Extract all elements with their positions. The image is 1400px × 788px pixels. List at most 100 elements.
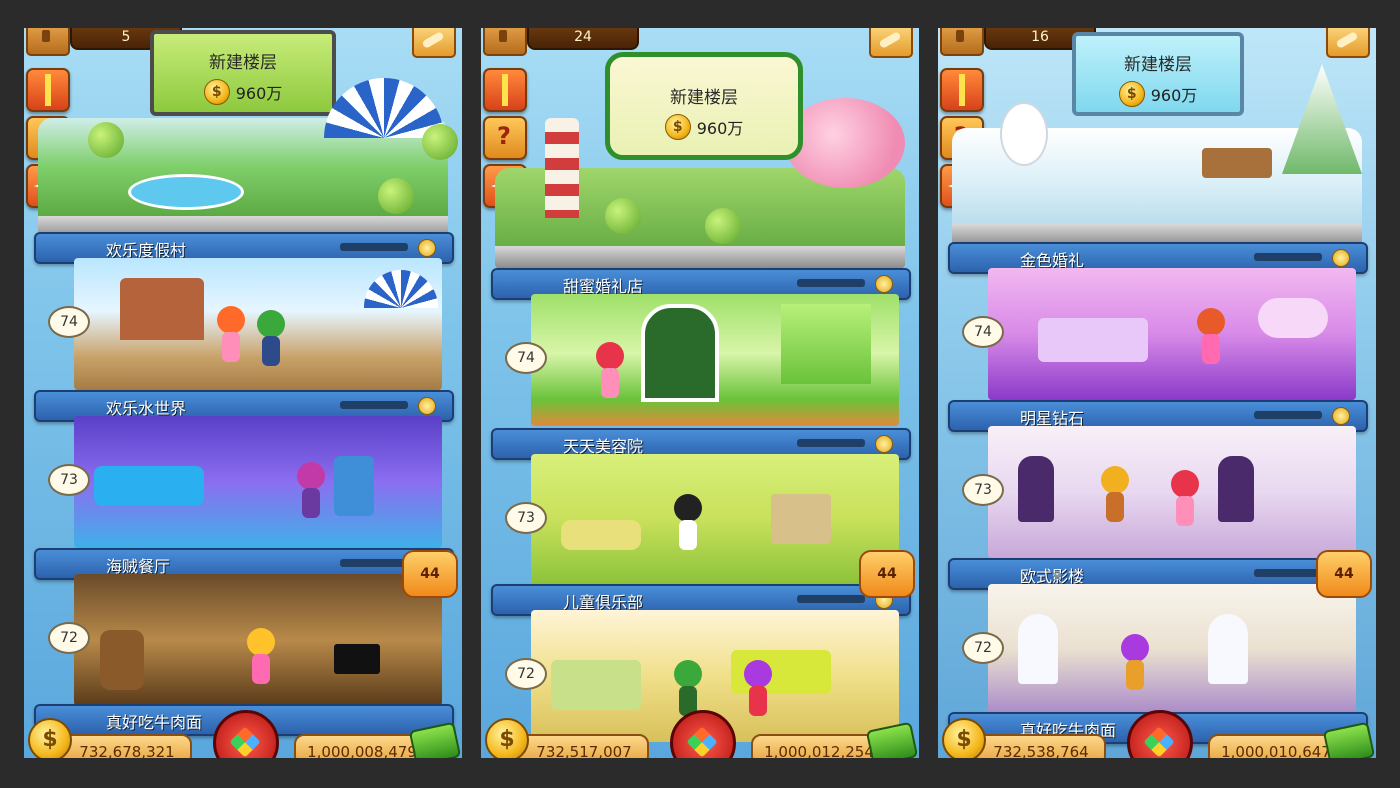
character-girl[interactable] <box>1168 470 1202 526</box>
floor-number: 72 <box>48 622 90 654</box>
coin-bag-icon[interactable] <box>418 239 436 257</box>
room-beauty-salon[interactable] <box>531 294 899 426</box>
quiz-icon[interactable] <box>483 116 527 160</box>
new-floor-billboard[interactable]: 新建楼层 $ 960万 <box>1072 32 1244 116</box>
room-european-studio[interactable] <box>988 426 1356 558</box>
room-diamond[interactable] <box>988 268 1356 400</box>
crate-icon[interactable] <box>26 28 70 56</box>
character-king[interactable] <box>1098 466 1132 522</box>
floor-number: 72 <box>962 632 1004 664</box>
character-chef[interactable] <box>244 628 278 684</box>
floor-73[interactable]: 明星钻石 73 <box>948 400 1368 558</box>
pool-icon <box>128 174 244 210</box>
umbrella-icon <box>364 270 438 308</box>
curtain-icon <box>781 304 871 384</box>
coin-bag-icon[interactable] <box>875 435 893 453</box>
floor-progress-bar <box>340 559 408 567</box>
floor-73[interactable]: 欢乐水世界 73 <box>34 390 454 548</box>
water-slide-icon <box>94 466 204 506</box>
room-pirate[interactable] <box>74 416 442 548</box>
main-menu-button[interactable] <box>1127 710 1193 758</box>
bush-icon <box>378 178 414 214</box>
character-girl[interactable] <box>671 494 705 550</box>
coin-icon: $ <box>203 79 230 105</box>
coin-icon[interactable]: $ <box>942 718 986 758</box>
character-boy[interactable] <box>671 660 705 716</box>
coin-bag-icon[interactable] <box>1332 407 1350 425</box>
floor-72[interactable]: 欧式影楼 72 <box>948 558 1368 716</box>
room-72[interactable] <box>988 584 1356 716</box>
bottom-bar: 732,538,764 $ 1,000,010,647 <box>938 710 1376 758</box>
floor-72[interactable]: 海贼餐厅 72 <box>34 548 454 706</box>
floor-progress-bar <box>1254 569 1322 577</box>
scroll-icon[interactable] <box>869 28 913 58</box>
message-bubble[interactable]: 44 <box>402 550 458 598</box>
floor-roof-level[interactable]: 金色婚礼 74 <box>948 242 1368 400</box>
rooftop-garden[interactable] <box>952 64 1362 246</box>
crate-icon[interactable] <box>483 28 527 56</box>
billboard-title: 新建楼层 <box>670 88 738 108</box>
character-clown[interactable] <box>741 660 775 716</box>
message-bubble[interactable]: 44 <box>859 550 915 598</box>
scroll-icon[interactable] <box>412 28 456 58</box>
snow-tree-icon <box>1282 64 1362 174</box>
game-screen-2: 24 新建楼层 $ 960万 甜蜜婚礼店 74 <box>481 28 919 758</box>
dress-icon <box>1208 614 1248 684</box>
rooftop-garden[interactable] <box>38 78 458 238</box>
floor-roof-level[interactable]: 甜蜜婚礼店 74 <box>491 268 911 426</box>
floor-number: 74 <box>962 316 1004 348</box>
gift-icon[interactable] <box>26 68 70 112</box>
cash-icon[interactable] <box>865 721 919 758</box>
floor-progress-bar <box>340 243 408 251</box>
coin-icon: $ <box>664 114 691 140</box>
floor-roof-level[interactable]: 欢乐度假村 74 <box>34 232 454 390</box>
new-floor-billboard[interactable]: 新建楼层 $ 960万 <box>605 52 803 160</box>
floor-number: 72 <box>505 658 547 690</box>
character-girl[interactable] <box>214 306 248 362</box>
bench-icon <box>1202 148 1272 178</box>
coin-icon[interactable]: $ <box>485 718 529 758</box>
coin-bag-icon[interactable] <box>875 275 893 293</box>
coin-bag-icon[interactable] <box>418 397 436 415</box>
gift-icon[interactable] <box>483 68 527 112</box>
room-beef-noodle[interactable] <box>74 574 442 706</box>
floor-progress-bar <box>1254 253 1322 261</box>
crate-icon[interactable] <box>940 28 984 56</box>
floor-73[interactable]: 天天美容院 73 <box>491 428 911 586</box>
bush-icon <box>88 122 124 158</box>
floor-number: 73 <box>48 464 90 496</box>
floor-progress-bar <box>1254 411 1322 419</box>
vanity-icon <box>771 494 831 544</box>
message-bubble[interactable]: 44 <box>1316 550 1372 598</box>
pirate-flag-icon <box>334 644 380 674</box>
coin-bag-icon[interactable] <box>1332 249 1350 267</box>
main-menu-button[interactable] <box>670 710 736 758</box>
floor-number: 73 <box>962 474 1004 506</box>
gift-icon[interactable] <box>940 68 984 112</box>
character-girl[interactable] <box>593 342 627 398</box>
dress-icon <box>1018 614 1058 684</box>
new-floor-billboard[interactable]: 新建楼层 $ 960万 <box>150 30 336 116</box>
character-swimmer[interactable] <box>294 462 328 518</box>
room-water-world[interactable] <box>74 258 442 390</box>
room-kids-club[interactable] <box>531 454 899 586</box>
bottom-bar: 732,517,007 $ 1,000,012,254 <box>481 710 919 758</box>
character-clown[interactable] <box>1118 634 1152 690</box>
floor-number: 73 <box>505 502 547 534</box>
lighthouse-icon <box>545 118 579 218</box>
game-screen-3: 16 新建楼层 $ 960万 金色婚礼 74 <box>938 28 1376 758</box>
love-sign-icon <box>1258 298 1328 338</box>
billboard-title: 新建楼层 <box>1124 55 1192 75</box>
main-menu-button[interactable] <box>213 710 279 758</box>
jewelry-stand-icon <box>1018 456 1054 522</box>
rooftop-garden[interactable] <box>495 98 905 268</box>
coin-icon[interactable]: $ <box>28 718 72 758</box>
character-bride[interactable] <box>1194 308 1228 364</box>
cash-icon[interactable] <box>1322 721 1376 758</box>
floor-progress-bar <box>797 439 865 447</box>
billboard-cost: 960万 <box>1150 86 1198 105</box>
cash-icon[interactable] <box>408 721 462 758</box>
scroll-icon[interactable] <box>1326 28 1370 58</box>
character-boy[interactable] <box>254 310 288 366</box>
game-screen-1: 5 新建楼层 $ 960万 欢乐度假村 <box>24 28 462 758</box>
